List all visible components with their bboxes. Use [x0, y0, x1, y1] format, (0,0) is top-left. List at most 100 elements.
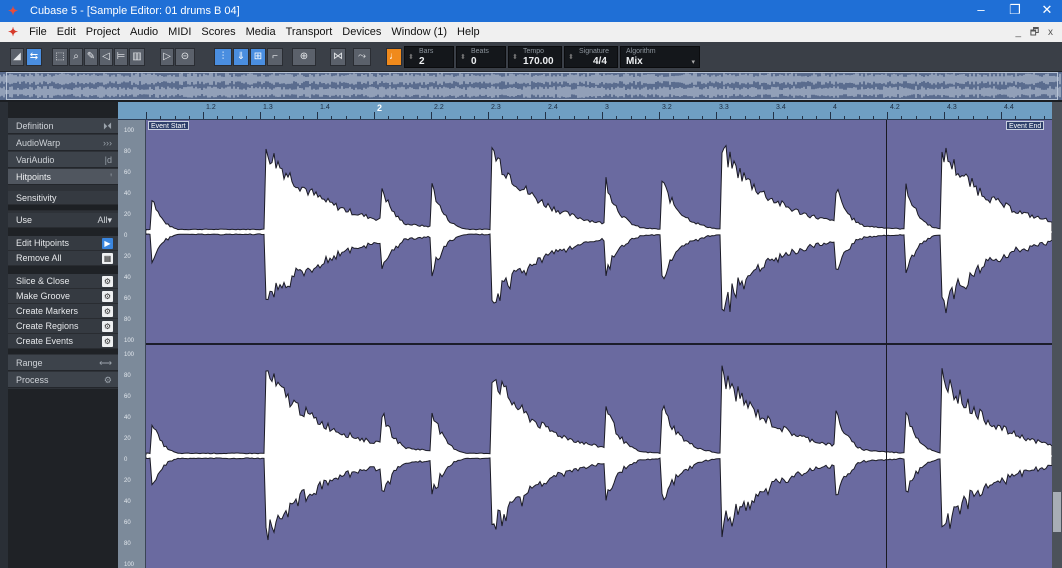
menu-window[interactable]: Window (1) [386, 26, 452, 38]
create-regions-row[interactable]: Create Regions ⚙ [8, 319, 118, 334]
scale-label: 20 [124, 212, 131, 218]
scale-label: 20 [124, 254, 131, 260]
ruler-subtick [174, 116, 176, 119]
scrollbar-thumb[interactable] [1053, 492, 1061, 532]
ruler-tick [773, 112, 774, 119]
menu-transport[interactable]: Transport [281, 26, 338, 38]
menu-devices[interactable]: Devices [337, 26, 386, 38]
beats-stepper-icon: ⬍ [460, 54, 466, 61]
ruler-subtick [1043, 116, 1045, 119]
section-definition[interactable]: Definition ⏵⏴ [8, 118, 118, 134]
create-markers-row[interactable]: Create Markers ⚙ [8, 304, 118, 319]
ruler-tick [431, 112, 432, 119]
zoom-tool-icon[interactable]: ⌕ [69, 48, 83, 66]
maximize-button[interactable]: ❐ [1000, 0, 1030, 22]
section-variaudio[interactable]: VariAudio |d [8, 152, 118, 168]
slice-close-row[interactable]: Slice & Close ⚙ [8, 274, 118, 289]
create-regions-icon[interactable]: ⚙ [102, 321, 113, 332]
overview-view-frame[interactable] [6, 72, 1058, 100]
slice-close-label: Slice & Close [16, 276, 70, 286]
make-groove-icon[interactable]: ⚙ [102, 291, 113, 302]
ruler-subtick [530, 116, 532, 119]
sensitivity-slider[interactable] [8, 205, 118, 211]
solo-button[interactable]: ◢ [10, 48, 24, 66]
section-hitpoints[interactable]: Hitpoints ꞌ [8, 169, 118, 185]
ruler-label: 3 [605, 104, 609, 111]
bars-field[interactable]: ⬍ Bars 2 [404, 46, 454, 68]
menu-edit[interactable]: Edit [52, 26, 81, 38]
ruler-subtick [459, 116, 461, 119]
ruler-subtick [958, 116, 960, 119]
minimize-button[interactable]: – [966, 0, 996, 22]
ruler-tick [830, 112, 831, 119]
auto-scroll-button[interactable]: ⇓ [233, 48, 249, 66]
ruler-subtick [872, 116, 874, 119]
create-events-icon[interactable]: ⚙ [102, 336, 113, 347]
create-events-row[interactable]: Create Events ⚙ [8, 334, 118, 349]
menu-project[interactable]: Project [81, 26, 125, 38]
section-variaudio-label: VariAudio [16, 155, 55, 165]
event-start-marker[interactable]: Event Start [148, 121, 189, 130]
ruler-tick [659, 112, 660, 119]
scale-label: 60 [124, 394, 131, 400]
ruler-subtick [787, 116, 789, 119]
menu-midi[interactable]: MIDI [163, 26, 196, 38]
create-markers-icon[interactable]: ⚙ [102, 306, 113, 317]
create-events-label: Create Events [16, 336, 74, 346]
ruler-tick [887, 112, 888, 119]
show-audio-event-button[interactable]: ⌐ [267, 48, 283, 66]
close-button[interactable]: ✕ [1032, 0, 1062, 22]
vertical-scrollbar[interactable] [1052, 102, 1062, 568]
beats-field[interactable]: ⬍ Beats 0 [456, 46, 506, 68]
warp-button[interactable]: ⤳ [353, 48, 371, 66]
musical-mode-button[interactable]: ♩ [386, 48, 402, 66]
range-selection-tool-icon[interactable]: ⬚ [52, 48, 68, 66]
event-end-marker[interactable]: Event End [1006, 121, 1045, 130]
algorithm-field[interactable]: Algorithm Mix ▾ [620, 46, 700, 68]
project-cursor[interactable] [886, 120, 887, 568]
menu-media[interactable]: Media [241, 26, 281, 38]
remove-all-row[interactable]: Remove All ▦ [8, 251, 118, 266]
use-row[interactable]: Use All▾ [8, 213, 118, 228]
show-regions-button[interactable]: ⊞ [250, 48, 266, 66]
menu-scores[interactable]: Scores [196, 26, 240, 38]
ruler-label: 2 [377, 103, 383, 113]
edit-hitpoints-icon[interactable]: ▶ [102, 238, 113, 249]
slice-close-icon[interactable]: ⚙ [102, 276, 113, 287]
waveform-overview[interactable] [0, 72, 1062, 102]
algorithm-label: Algorithm [626, 48, 656, 55]
remove-all-icon[interactable]: ▦ [102, 253, 113, 264]
menu-audio[interactable]: Audio [125, 26, 163, 38]
beats-label: Beats [471, 48, 489, 55]
hitpoint-tool-icon[interactable]: ⊕ [292, 48, 316, 66]
make-groove-row[interactable]: Make Groove ⚙ [8, 289, 118, 304]
edit-hitpoints-row[interactable]: Edit Hitpoints ▶ [8, 236, 118, 251]
menu-file[interactable]: File [24, 26, 52, 38]
loop-button[interactable]: ⊝ [175, 48, 195, 66]
time-ruler[interactable]: 1.2 1.3 1.4 2 2.2 2.3 2.4 3 3.2 3.3 3.4 4 4.2 4.3 4.4 [118, 102, 1058, 120]
signature-field[interactable]: ⬍ Signature 4/4 [564, 46, 618, 68]
menu-help[interactable]: Help [452, 26, 485, 38]
document-window-controls[interactable]: _ 🗗 x [1015, 25, 1056, 42]
tempo-field[interactable]: ⬍ Tempo 170.00 [508, 46, 562, 68]
section-audiowarp[interactable]: AudioWarp ››› [8, 135, 118, 151]
pencil-tool-icon[interactable]: ✎ [84, 48, 98, 66]
time-warp-tool-icon[interactable]: ▥ [129, 48, 145, 66]
ruler-subtick [901, 116, 903, 119]
quantize-button[interactable]: ⋈ [330, 48, 346, 66]
use-value[interactable]: All▾ [97, 213, 112, 228]
play-button[interactable]: ▷ [160, 48, 174, 66]
section-range[interactable]: Range ⟷ [8, 355, 118, 371]
ruler-subtick [573, 116, 575, 119]
inspector-spacer [8, 102, 118, 118]
listen-button[interactable]: ⇆ [26, 48, 42, 66]
play-tool-icon[interactable]: ◁ [99, 48, 113, 66]
scale-label: 40 [124, 275, 131, 281]
scale-label: 100 [124, 338, 135, 344]
ruler-subtick [701, 116, 703, 119]
waveform-display[interactable]: Event Start Event End [146, 120, 1052, 568]
scrub-tool-icon[interactable]: ⊨ [114, 48, 128, 66]
section-process[interactable]: Process ⚙ [8, 372, 118, 388]
snap-zero-crossing-button[interactable]: ⫶ [214, 48, 232, 66]
cubase-menu-icon[interactable]: ✦ [8, 25, 18, 39]
